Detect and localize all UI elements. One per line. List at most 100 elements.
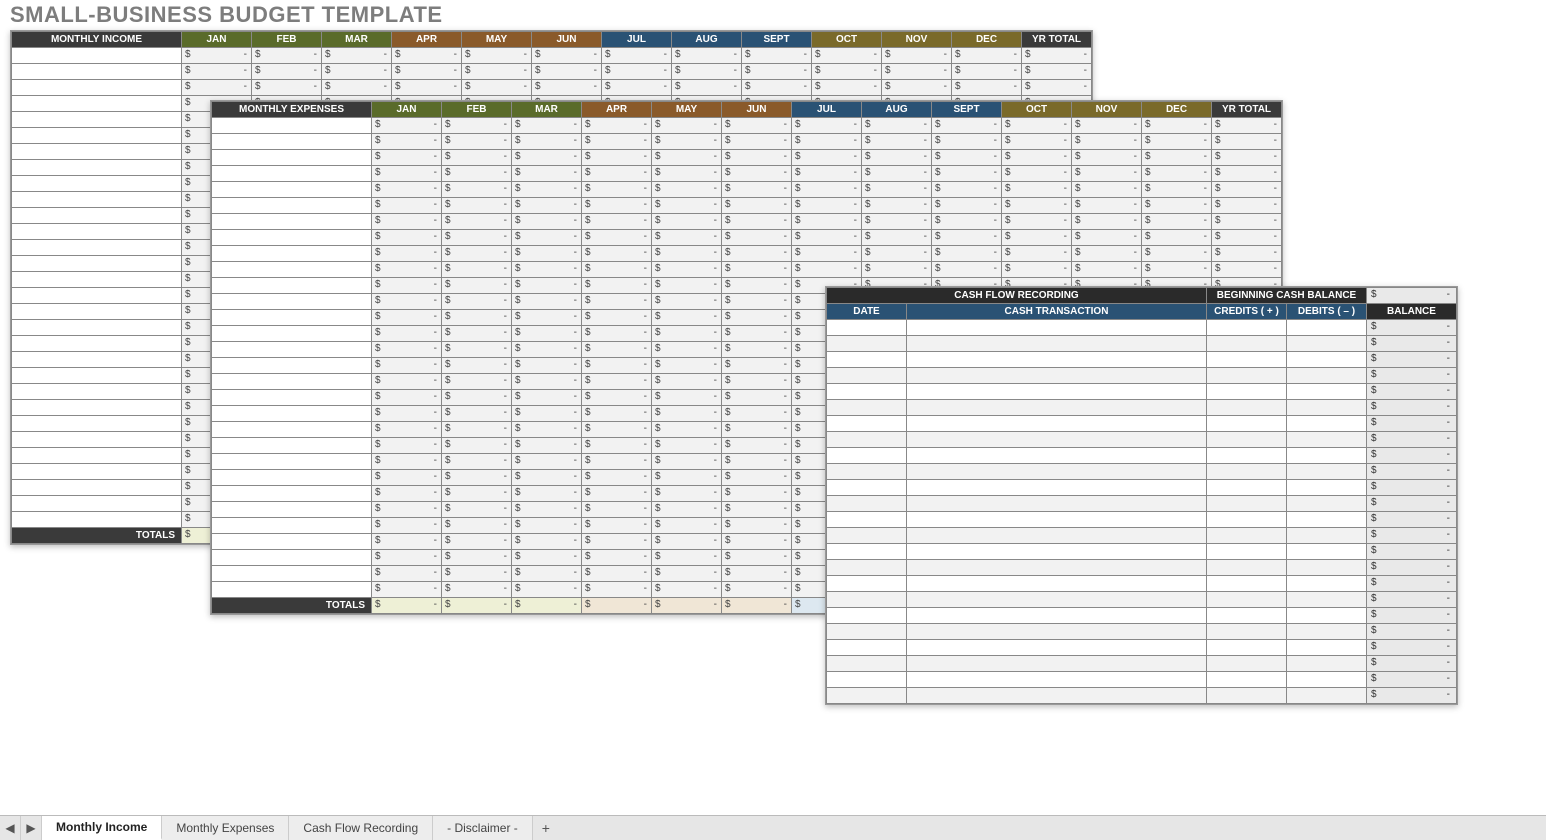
amount-cell[interactable]: $- [722,566,792,582]
amount-cell[interactable]: $- [652,310,722,326]
amount-cell[interactable]: $- [722,454,792,470]
amount-cell[interactable]: $- [582,214,652,230]
amount-cell[interactable]: $- [652,246,722,262]
credit-cell[interactable] [1207,656,1287,672]
amount-cell[interactable]: $- [792,262,862,278]
amount-cell[interactable]: $- [652,166,722,182]
amount-cell[interactable]: $- [442,326,512,342]
amount-cell[interactable]: $- [1212,166,1282,182]
credit-cell[interactable] [1207,384,1287,400]
amount-cell[interactable]: $- [1212,214,1282,230]
amount-cell[interactable]: $- [1142,198,1212,214]
amount-cell[interactable]: $- [512,326,582,342]
amount-cell[interactable]: $- [652,294,722,310]
amount-cell[interactable]: $- [652,134,722,150]
amount-cell[interactable]: $- [722,422,792,438]
date-cell[interactable] [827,464,907,480]
amount-cell[interactable]: $- [722,390,792,406]
row-label-cell[interactable] [212,262,372,278]
amount-cell[interactable]: $- [932,134,1002,150]
amount-cell[interactable]: $- [652,454,722,470]
amount-cell[interactable]: $- [392,80,462,96]
row-label-cell[interactable] [12,304,182,320]
amount-cell[interactable]: $- [932,230,1002,246]
amount-cell[interactable]: $- [462,80,532,96]
amount-cell[interactable]: $- [582,262,652,278]
amount-cell[interactable]: $- [372,294,442,310]
credit-cell[interactable] [1207,448,1287,464]
transaction-cell[interactable] [907,688,1207,704]
amount-cell[interactable]: $- [652,262,722,278]
row-label-cell[interactable] [12,224,182,240]
amount-cell[interactable]: $- [462,48,532,64]
amount-cell[interactable]: $- [512,182,582,198]
row-label-cell[interactable] [212,294,372,310]
credit-cell[interactable] [1207,320,1287,336]
amount-cell[interactable]: $- [442,534,512,550]
amount-cell[interactable]: $- [372,550,442,566]
amount-cell[interactable]: $- [322,80,392,96]
debit-cell[interactable] [1287,560,1367,576]
amount-cell[interactable]: $- [722,198,792,214]
row-label-cell[interactable] [212,534,372,550]
amount-cell[interactable]: $- [442,182,512,198]
amount-cell[interactable]: $- [582,294,652,310]
amount-cell[interactable]: $- [742,80,812,96]
amount-cell[interactable]: $- [652,342,722,358]
row-label-cell[interactable] [12,80,182,96]
amount-cell[interactable]: $- [1142,166,1212,182]
row-label-cell[interactable] [12,256,182,272]
amount-cell[interactable]: $- [1002,198,1072,214]
amount-cell[interactable]: $- [582,374,652,390]
row-label-cell[interactable] [12,448,182,464]
debit-cell[interactable] [1287,576,1367,592]
row-label-cell[interactable] [12,416,182,432]
amount-cell[interactable]: $- [1142,262,1212,278]
amount-cell[interactable]: $- [372,166,442,182]
amount-cell[interactable]: $- [1072,166,1142,182]
date-cell[interactable] [827,400,907,416]
amount-cell[interactable]: $- [512,150,582,166]
amount-cell[interactable]: $- [722,310,792,326]
row-label-cell[interactable] [12,464,182,480]
amount-cell[interactable]: $- [862,198,932,214]
date-cell[interactable] [827,528,907,544]
amount-cell[interactable]: $- [392,64,462,80]
amount-cell[interactable]: $- [652,406,722,422]
amount-cell[interactable]: $- [1002,134,1072,150]
credit-cell[interactable] [1207,576,1287,592]
amount-cell[interactable]: $- [442,294,512,310]
amount-cell[interactable]: $- [812,80,882,96]
amount-cell[interactable]: $- [512,470,582,486]
amount-cell[interactable]: $- [652,390,722,406]
amount-cell[interactable]: $- [372,118,442,134]
row-label-cell[interactable] [212,470,372,486]
amount-cell[interactable]: $- [372,422,442,438]
debit-cell[interactable] [1287,528,1367,544]
row-label-cell[interactable] [212,518,372,534]
amount-cell[interactable]: $- [652,470,722,486]
amount-cell[interactable]: $- [952,80,1022,96]
row-label-cell[interactable] [212,118,372,134]
amount-cell[interactable]: $- [532,80,602,96]
amount-cell[interactable]: $- [582,310,652,326]
row-label-cell[interactable] [212,502,372,518]
debit-cell[interactable] [1287,544,1367,560]
amount-cell[interactable]: $- [532,48,602,64]
amount-cell[interactable]: $- [512,214,582,230]
amount-cell[interactable]: $- [862,230,932,246]
transaction-cell[interactable] [907,560,1207,576]
row-label-cell[interactable] [212,486,372,502]
amount-cell[interactable]: $- [652,374,722,390]
amount-cell[interactable]: $- [372,182,442,198]
date-cell[interactable] [827,560,907,576]
amount-cell[interactable]: $- [722,438,792,454]
row-label-cell[interactable] [12,320,182,336]
transaction-cell[interactable] [907,496,1207,512]
amount-cell[interactable]: $- [882,64,952,80]
amount-cell[interactable]: $- [512,374,582,390]
amount-cell[interactable]: $- [1072,214,1142,230]
row-label-cell[interactable] [212,310,372,326]
amount-cell[interactable]: $- [722,534,792,550]
amount-cell[interactable]: $- [1212,230,1282,246]
